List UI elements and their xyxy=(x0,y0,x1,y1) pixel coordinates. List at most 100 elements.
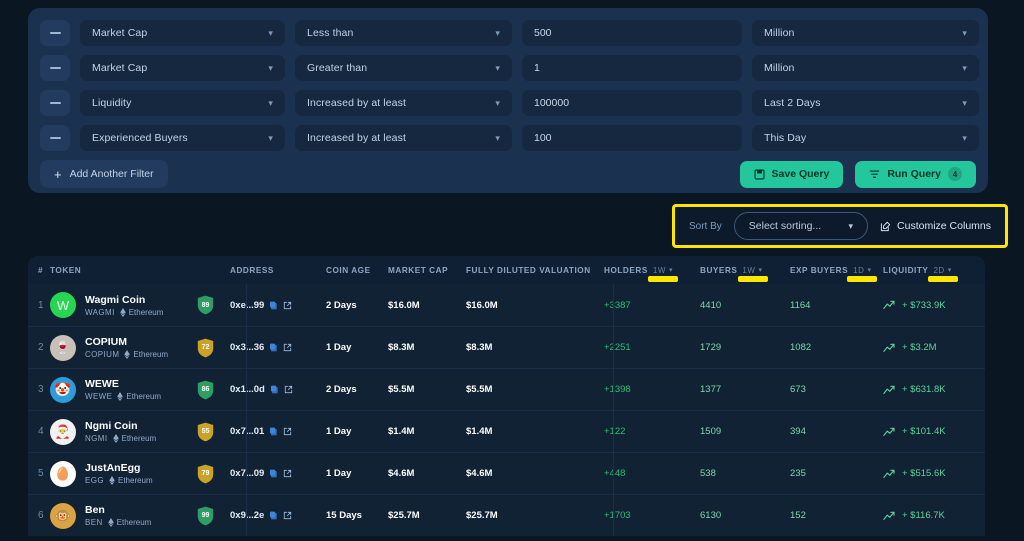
filter-value-input[interactable]: 500 xyxy=(522,20,742,46)
header-token: TOKEN xyxy=(50,265,82,275)
token-score-badge: 79 xyxy=(197,464,214,484)
chevron-down-icon: ▾ xyxy=(848,220,854,231)
remove-filter-button[interactable] xyxy=(40,20,70,46)
minus-icon xyxy=(49,67,61,69)
liquidity-period-selector[interactable]: 2D ▾ xyxy=(927,266,958,282)
ethereum-icon xyxy=(124,350,131,359)
copy-address-icon[interactable] xyxy=(269,427,278,436)
filter-field-select[interactable]: Market Cap ▾ xyxy=(80,20,285,46)
row-coin-age: 1 Day xyxy=(326,342,352,353)
filter-field-select[interactable]: Market Cap ▾ xyxy=(80,55,285,81)
row-rank: 1 xyxy=(38,299,44,311)
sort-select[interactable]: Select sorting... ▾ xyxy=(733,212,869,240)
token-subline: NGMI Ethereum xyxy=(85,434,156,443)
chevron-down-icon: ▾ xyxy=(867,267,872,274)
table-row[interactable]: 5 🥚 JustAnEgg EGG Ethereum 79 0x7...09 1 Day $4.… xyxy=(28,452,985,494)
token-chain-label: Ethereum xyxy=(116,518,152,527)
token-meta: COPIUM COPIUM Ethereum xyxy=(85,336,168,359)
row-token-cell[interactable]: W Wagmi Coin WAGMI Ethereum 89 xyxy=(50,292,230,318)
trend-up-icon xyxy=(883,469,895,478)
filter-row: Market Cap ▾ Greater than ▾ 1 Million ▾ xyxy=(40,55,979,81)
row-market-cap: $4.6M xyxy=(388,468,415,479)
exp-buyers-period-selector[interactable]: 1D ▾ xyxy=(847,266,878,282)
table-row[interactable]: 6 🐵 Ben BEN Ethereum 99 0x9...2e 15 Days $25.7M $… xyxy=(28,494,985,536)
token-name: Ben xyxy=(85,504,105,516)
filter-value-text: 100000 xyxy=(534,97,570,109)
table-row[interactable]: 4 🎅 Ngmi Coin NGMI Ethereum 55 0x7...01 1 Day $1… xyxy=(28,410,985,452)
token-address: 0x9...2e xyxy=(230,510,265,521)
row-token-cell[interactable]: 🐵 Ben BEN Ethereum 99 xyxy=(50,502,230,529)
row-fdv: $4.6M xyxy=(466,468,493,479)
filter-value-input[interactable]: 100000 xyxy=(522,90,742,116)
table-row[interactable]: 1 W Wagmi Coin WAGMI Ethereum 89 0xe...99 2 Day… xyxy=(28,284,985,326)
external-link-icon[interactable] xyxy=(283,301,292,310)
copy-address-icon[interactable] xyxy=(269,343,278,352)
filter-unit-select[interactable]: Last 2 Days ▾ xyxy=(752,90,979,116)
copy-address-icon[interactable] xyxy=(270,385,279,394)
row-token-cell[interactable]: 🎅 Ngmi Coin NGMI Ethereum 55 xyxy=(50,418,230,445)
buyers-period-selector[interactable]: 1W ▾ xyxy=(737,266,768,282)
filter-field-select[interactable]: Liquidity ▾ xyxy=(80,90,285,116)
token-meta: JustAnEgg EGG Ethereum xyxy=(85,462,153,485)
copy-address-icon[interactable] xyxy=(269,469,278,478)
minus-icon xyxy=(49,102,61,104)
chevron-down-icon: ▾ xyxy=(495,97,500,108)
row-holders: +1398 xyxy=(604,384,631,395)
row-address-cell: 0x1...0d xyxy=(230,384,326,395)
row-liquidity-value: + $631.8K xyxy=(902,384,946,395)
exp-buyers-period-highlight xyxy=(847,275,878,282)
table-row[interactable]: 2 🍷 COPIUM COPIUM Ethereum 72 0x3...36 1 Day $8.… xyxy=(28,326,985,368)
filter-operator-select[interactable]: Less than ▾ xyxy=(295,20,512,46)
row-rank: 4 xyxy=(38,426,44,437)
header-buyers: BUYERS 1W ▾ xyxy=(700,266,790,282)
filter-unit-select[interactable]: Million ▾ xyxy=(752,55,979,81)
token-subline: COPIUM Ethereum xyxy=(85,350,168,359)
customize-columns-label: Customize Columns xyxy=(897,220,991,232)
row-token-cell[interactable]: 🤡 WEWE WEWE Ethereum 86 xyxy=(50,376,230,403)
row-buyers: 1729 xyxy=(700,342,722,353)
holders-period-selector[interactable]: 1W ▾ xyxy=(647,266,678,282)
filter-operator-select[interactable]: Greater than ▾ xyxy=(295,55,512,81)
row-token-cell[interactable]: 🥚 JustAnEgg EGG Ethereum 79 xyxy=(50,460,230,487)
customize-columns-button[interactable]: Customize Columns xyxy=(880,220,991,232)
filter-field-select[interactable]: Experienced Buyers ▾ xyxy=(80,125,285,151)
filter-operator-select[interactable]: Increased by at least ▾ xyxy=(295,125,512,151)
filter-operator-select[interactable]: Increased by at least ▾ xyxy=(295,90,512,116)
trend-up-icon xyxy=(883,427,895,436)
chevron-down-icon: ▾ xyxy=(947,267,952,274)
token-symbol: COPIUM xyxy=(85,350,120,359)
run-query-button[interactable]: Run Query 4 xyxy=(855,160,976,188)
copy-address-icon[interactable] xyxy=(269,301,278,310)
remove-filter-button[interactable] xyxy=(40,90,70,116)
copy-address-icon[interactable] xyxy=(269,511,278,520)
row-holders: +3387 xyxy=(604,299,631,311)
row-buyers: 538 xyxy=(700,468,716,479)
token-avatar: 🎅 xyxy=(50,418,76,445)
plus-icon: + xyxy=(54,166,62,182)
row-token-cell[interactable]: 🍷 COPIUM COPIUM Ethereum 72 xyxy=(50,334,230,361)
filter-value-text: 1 xyxy=(534,62,540,74)
external-link-icon[interactable] xyxy=(283,469,292,478)
filter-value-input[interactable]: 1 xyxy=(522,55,742,81)
external-link-icon[interactable] xyxy=(283,427,292,436)
filter-unit-select[interactable]: This Day ▾ xyxy=(752,125,979,151)
header-market-cap: MARKET CAP xyxy=(388,265,449,275)
table-row[interactable]: 3 🤡 WEWE WEWE Ethereum 86 0x1...0d 2 Days $5.5M $… xyxy=(28,368,985,410)
remove-filter-button[interactable] xyxy=(40,55,70,81)
row-address-cell: 0x9...2e xyxy=(230,510,326,521)
chevron-down-icon: ▾ xyxy=(268,97,273,108)
add-another-filter-button[interactable]: + Add Another Filter xyxy=(40,160,168,188)
external-link-icon[interactable] xyxy=(283,343,292,352)
token-score-value: 79 xyxy=(201,470,210,477)
filter-value-input[interactable]: 100 xyxy=(522,125,742,151)
save-query-button[interactable]: Save Query xyxy=(739,160,844,188)
token-chain: Ethereum xyxy=(109,476,153,485)
row-exp-buyers: 152 xyxy=(790,510,806,521)
row-coin-age: 1 Day xyxy=(326,426,352,437)
remove-filter-button[interactable] xyxy=(40,125,70,151)
external-link-icon[interactable] xyxy=(284,385,293,394)
filter-unit-select[interactable]: Million ▾ xyxy=(752,20,979,46)
external-link-icon[interactable] xyxy=(283,511,292,520)
token-score-badge: 55 xyxy=(197,422,214,442)
token-meta: WEWE WEWE Ethereum xyxy=(85,378,161,401)
